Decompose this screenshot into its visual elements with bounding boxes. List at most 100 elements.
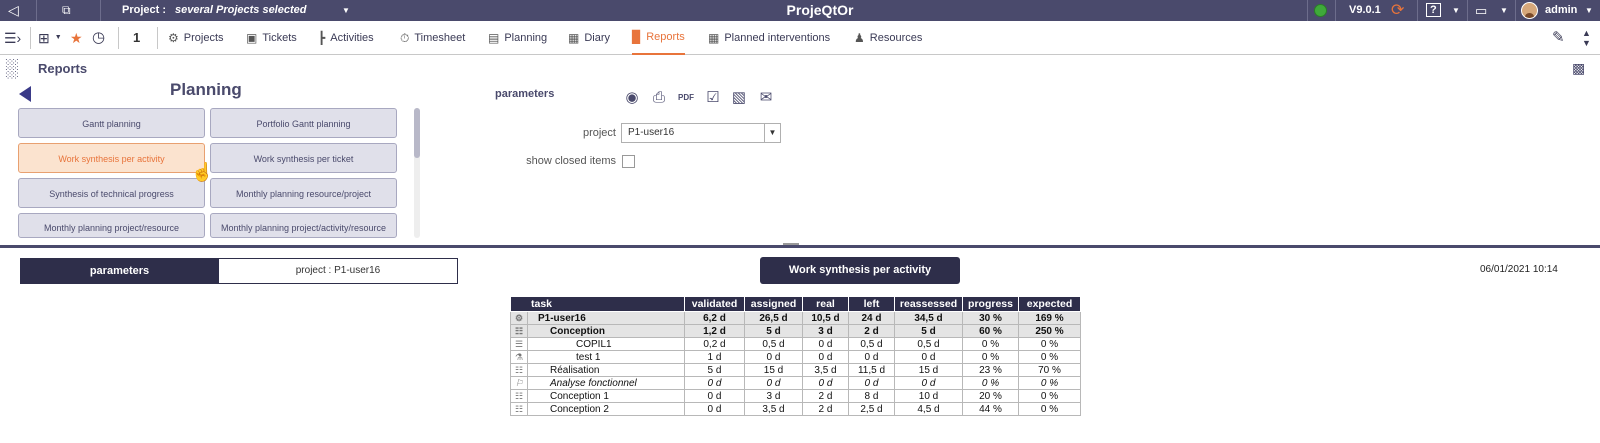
refresh-logo-icon[interactable]: ⟳	[1391, 0, 1404, 21]
status-online-icon	[1314, 4, 1327, 17]
hamburger-menu-icon[interactable]: ☰›	[4, 21, 21, 55]
left-cell: 2,5 d	[848, 402, 895, 416]
menu-diary[interactable]: ▦ Diary	[568, 21, 610, 55]
activities-icon: ┣	[318, 31, 326, 45]
project-icon: ⚙	[510, 311, 528, 325]
menu-planning[interactable]: ▤ Planning	[488, 21, 547, 55]
expected-cell: 250 %	[1018, 324, 1081, 338]
reassessed-cell: 10 d	[894, 389, 963, 403]
task-cell: test 1	[527, 350, 685, 364]
validated-cell: 5 d	[684, 363, 745, 377]
bookmark-icon[interactable]: ★	[70, 21, 83, 55]
calendar-check-icon[interactable]: ☑	[703, 88, 723, 108]
scrollbar-thumb[interactable]	[414, 108, 420, 158]
expected-cell: 169 %	[1018, 311, 1081, 325]
help-icon[interactable]: ?	[1426, 3, 1441, 17]
real-cell: 2 d	[802, 389, 849, 403]
reassessed-cell: 15 d	[894, 363, 963, 377]
menu-reports-label: Reports	[646, 31, 685, 43]
show-closed-checkbox[interactable]	[622, 155, 635, 168]
user-name[interactable]: admin	[1545, 0, 1577, 21]
menu-activities[interactable]: ┣ Activities	[318, 21, 374, 55]
project-selector-value[interactable]: several Projects selected	[175, 0, 306, 21]
report-options-icon[interactable]: ▩	[1572, 60, 1585, 77]
result-parameters-label: parameters	[20, 258, 219, 284]
menu-projects[interactable]: ⚙ Projects	[168, 21, 224, 55]
report-button-work-synthesis-ticket[interactable]: Work synthesis per ticket	[210, 143, 397, 173]
menu-tickets[interactable]: ▣ Tickets	[246, 21, 297, 55]
task-cell: Réalisation	[527, 363, 685, 377]
table-row: ☰ COPIL1 0,2 d 0,5 d0 d 0,5 d 0,5 d0 % 0 %	[510, 337, 1081, 351]
real-cell: 2 d	[802, 402, 849, 416]
select-dropdown-icon[interactable]: ▼	[764, 124, 780, 142]
col-expected: expected	[1018, 296, 1081, 312]
print-icon[interactable]: ⎙	[649, 88, 669, 108]
assigned-cell: 5 d	[744, 324, 803, 338]
reassessed-cell: 4,5 d	[894, 402, 963, 416]
project-param-value: P1-user16	[628, 127, 675, 138]
validated-cell: 1,2 d	[684, 324, 745, 338]
left-cell: 0,5 d	[848, 337, 895, 351]
menu-timesheet-label: Timesheet	[414, 32, 466, 44]
window-icon[interactable]: ⧉	[62, 0, 71, 21]
menu-planned-interventions-label: Planned interventions	[724, 32, 831, 44]
col-validated: validated	[684, 296, 745, 312]
planning-icon: ▤	[488, 31, 500, 45]
view-eye-icon[interactable]: ◉	[622, 88, 642, 108]
validated-cell: 1 d	[684, 350, 745, 364]
report-button-gantt-planning[interactable]: Gantt planning	[18, 108, 205, 138]
back-arrow-icon[interactable]	[19, 86, 31, 102]
add-icon[interactable]: ⊞ ▼	[38, 21, 62, 55]
mail-icon[interactable]: ✉	[756, 88, 776, 108]
col-left: left	[848, 296, 895, 312]
validated-cell: 0,2 d	[684, 337, 745, 351]
history-icon[interactable]: ◷	[92, 21, 105, 55]
reassessed-cell: 34,5 d	[894, 311, 963, 325]
report-button-monthly-project-resource[interactable]: Monthly planning project/resource	[18, 213, 205, 238]
back-icon[interactable]: ◁	[8, 0, 19, 21]
menu-timesheet[interactable]: ⏱ Timesheet	[400, 21, 465, 55]
menu-activities-label: Activities	[330, 32, 374, 44]
user-dropdown-icon[interactable]: ▼	[1585, 0, 1593, 21]
assigned-cell: 0 d	[744, 376, 803, 390]
expected-cell: 0 %	[1018, 337, 1081, 351]
expected-cell: 0 %	[1018, 376, 1081, 390]
add-graph-icon[interactable]: ▧	[729, 88, 749, 108]
project-param-label: project	[582, 127, 616, 139]
report-category-title: Planning	[170, 80, 242, 99]
screen-icon[interactable]: ▭	[1475, 0, 1487, 21]
report-button-portfolio-gantt[interactable]: Portfolio Gantt planning	[210, 108, 397, 138]
report-button-monthly-project-activity-resource[interactable]: Monthly planning project/activity/resour…	[210, 213, 397, 238]
left-cell: 0 d	[848, 376, 895, 390]
activity-icon: ☷	[510, 402, 528, 416]
report-button-work-synthesis-activity[interactable]: Work synthesis per activity	[18, 143, 205, 173]
screen-dropdown-icon[interactable]: ▼	[1500, 0, 1508, 21]
assigned-cell: 3,5 d	[744, 402, 803, 416]
left-cell: 0 d	[848, 350, 895, 364]
task-cell: COPIL1	[527, 337, 685, 351]
help-dropdown-icon[interactable]: ▼	[1452, 0, 1460, 21]
menu-reports[interactable]: ▉ Reports	[632, 21, 685, 55]
project-selector-label: Project :	[122, 4, 167, 16]
user-avatar[interactable]	[1521, 2, 1538, 19]
left-cell: 24 d	[848, 311, 895, 325]
col-task: task	[510, 296, 685, 312]
splitter-grip[interactable]	[783, 243, 799, 245]
menu-planned-interventions[interactable]: ▦ Planned interventions	[708, 21, 830, 55]
menu-resources[interactable]: ♟ Resources	[854, 21, 922, 55]
report-button-monthly-resource-project[interactable]: Monthly planning resource/project	[210, 178, 397, 208]
scroll-updown-icon[interactable]: ▲ ▼	[1582, 21, 1591, 55]
real-cell: 10,5 d	[802, 311, 849, 325]
calendar-icon: ▦	[568, 31, 580, 45]
report-list-scrollbar[interactable]	[414, 108, 420, 238]
report-button-technical-progress[interactable]: Synthesis of technical progress	[18, 178, 205, 208]
expected-cell: 0 %	[1018, 389, 1081, 403]
edit-pencil-icon[interactable]: ✎	[1552, 21, 1565, 55]
task-cell: Analyse fonctionnel	[527, 376, 685, 390]
project-param-select[interactable]: P1-user16 ▼	[621, 123, 781, 143]
pdf-icon[interactable]: PDF	[676, 88, 696, 108]
assigned-cell: 0 d	[744, 350, 803, 364]
project-dropdown-icon[interactable]: ▼	[342, 0, 350, 21]
pane-splitter[interactable]	[0, 245, 1600, 248]
real-cell: 3,5 d	[802, 363, 849, 377]
